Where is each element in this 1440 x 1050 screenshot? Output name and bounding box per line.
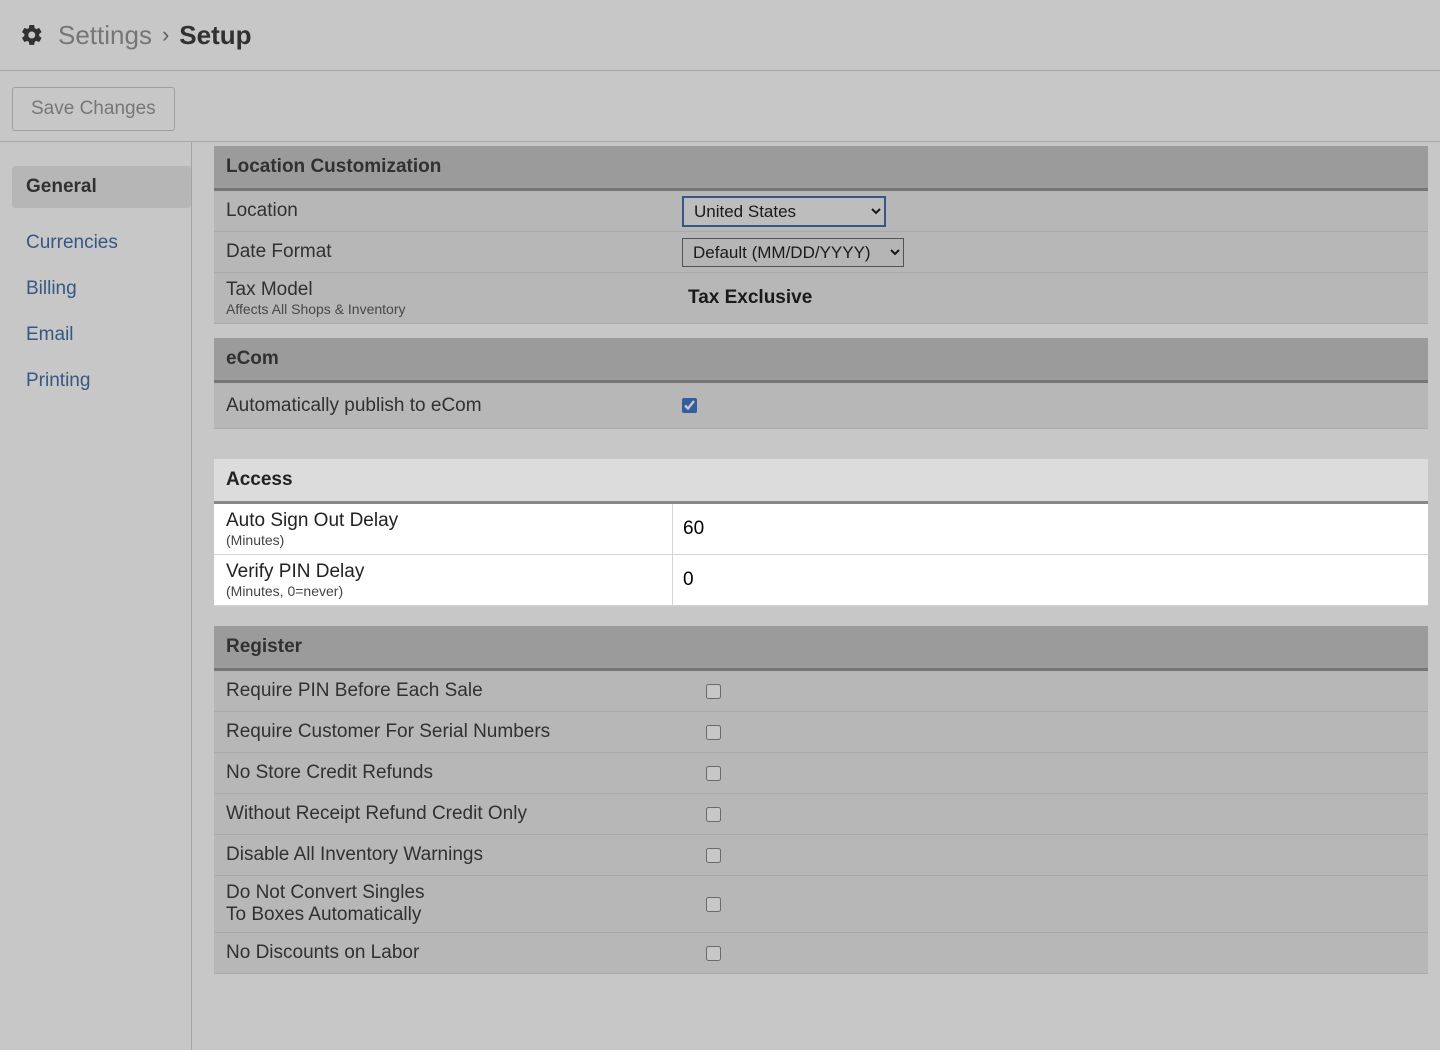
location-select[interactable]: United States — [682, 196, 886, 227]
register-row: Do Not Convert Singles To Boxes Automati… — [214, 876, 1428, 933]
sidebar-item-printing[interactable]: Printing — [12, 360, 191, 402]
register-row: Require PIN Before Each Sale — [214, 671, 1428, 712]
section-header-location: Location Customization — [214, 146, 1428, 191]
gear-icon — [20, 23, 44, 47]
register-row-checkbox[interactable] — [706, 946, 721, 961]
section-header-ecom: eCom — [214, 338, 1428, 383]
verify-pin-input[interactable] — [673, 560, 1428, 600]
toolbar: Save Changes — [0, 71, 1440, 142]
register-row-label: Require Customer For Serial Numbers — [214, 715, 672, 749]
register-row-checkbox[interactable] — [706, 897, 721, 912]
date-format-select[interactable]: Default (MM/DD/YYYY) — [682, 238, 904, 267]
register-row-label: Disable All Inventory Warnings — [214, 838, 672, 872]
register-row-label: No Store Credit Refunds — [214, 756, 672, 790]
tax-model-value: Tax Exclusive — [682, 287, 812, 309]
register-row-label: No Discounts on Labor — [214, 936, 672, 970]
auto-signout-input[interactable] — [673, 509, 1428, 549]
header-bar: Settings › Setup — [0, 0, 1440, 71]
section-header-access: Access — [214, 459, 1428, 504]
section-access: Access Auto Sign Out Delay (Minutes) Ver… — [214, 459, 1428, 606]
register-row-checkbox[interactable] — [706, 848, 721, 863]
location-label: Location — [214, 194, 672, 228]
sidebar-item-general[interactable]: General — [12, 166, 191, 208]
sidebar-item-email[interactable]: Email — [12, 314, 191, 356]
auto-publish-checkbox[interactable] — [682, 398, 697, 413]
register-row: No Store Credit Refunds — [214, 753, 1428, 794]
register-row-label: Require PIN Before Each Sale — [214, 674, 672, 708]
section-header-register: Register — [214, 626, 1428, 671]
sidebar-item-currencies[interactable]: Currencies — [12, 222, 191, 264]
sidebar: General Currencies Billing Email Printin… — [0, 142, 192, 1050]
date-format-label: Date Format — [214, 235, 672, 269]
verify-pin-label: Verify PIN Delay (Minutes, 0=never) — [214, 555, 672, 605]
register-row-checkbox[interactable] — [706, 725, 721, 740]
auto-publish-label: Automatically publish to eCom — [214, 389, 672, 423]
section-ecom: eCom Automatically publish to eCom — [214, 338, 1428, 429]
register-row: Without Receipt Refund Credit Only — [214, 794, 1428, 835]
breadcrumb-setup: Setup — [179, 20, 251, 51]
register-row-label: Without Receipt Refund Credit Only — [214, 797, 672, 831]
register-row: Require Customer For Serial Numbers — [214, 712, 1428, 753]
sidebar-item-billing[interactable]: Billing — [12, 268, 191, 310]
register-row: No Discounts on Labor — [214, 933, 1428, 974]
section-location-customization: Location Customization Location United S… — [214, 146, 1428, 324]
breadcrumb-settings[interactable]: Settings — [58, 20, 152, 51]
auto-signout-label: Auto Sign Out Delay (Minutes) — [214, 504, 672, 554]
register-row-checkbox[interactable] — [706, 766, 721, 781]
tax-model-label: Tax Model Affects All Shops & Inventory — [214, 273, 672, 323]
chevron-right-icon: › — [162, 22, 169, 48]
register-row: Disable All Inventory Warnings — [214, 835, 1428, 876]
register-row-checkbox[interactable] — [706, 807, 721, 822]
section-register: Register Require PIN Before Each Sale Req… — [214, 626, 1428, 974]
register-row-label: Do Not Convert Singles To Boxes Automati… — [214, 876, 672, 932]
register-row-checkbox[interactable] — [706, 684, 721, 699]
content-area: Location Customization Location United S… — [192, 142, 1440, 1050]
save-changes-button[interactable]: Save Changes — [12, 87, 175, 131]
